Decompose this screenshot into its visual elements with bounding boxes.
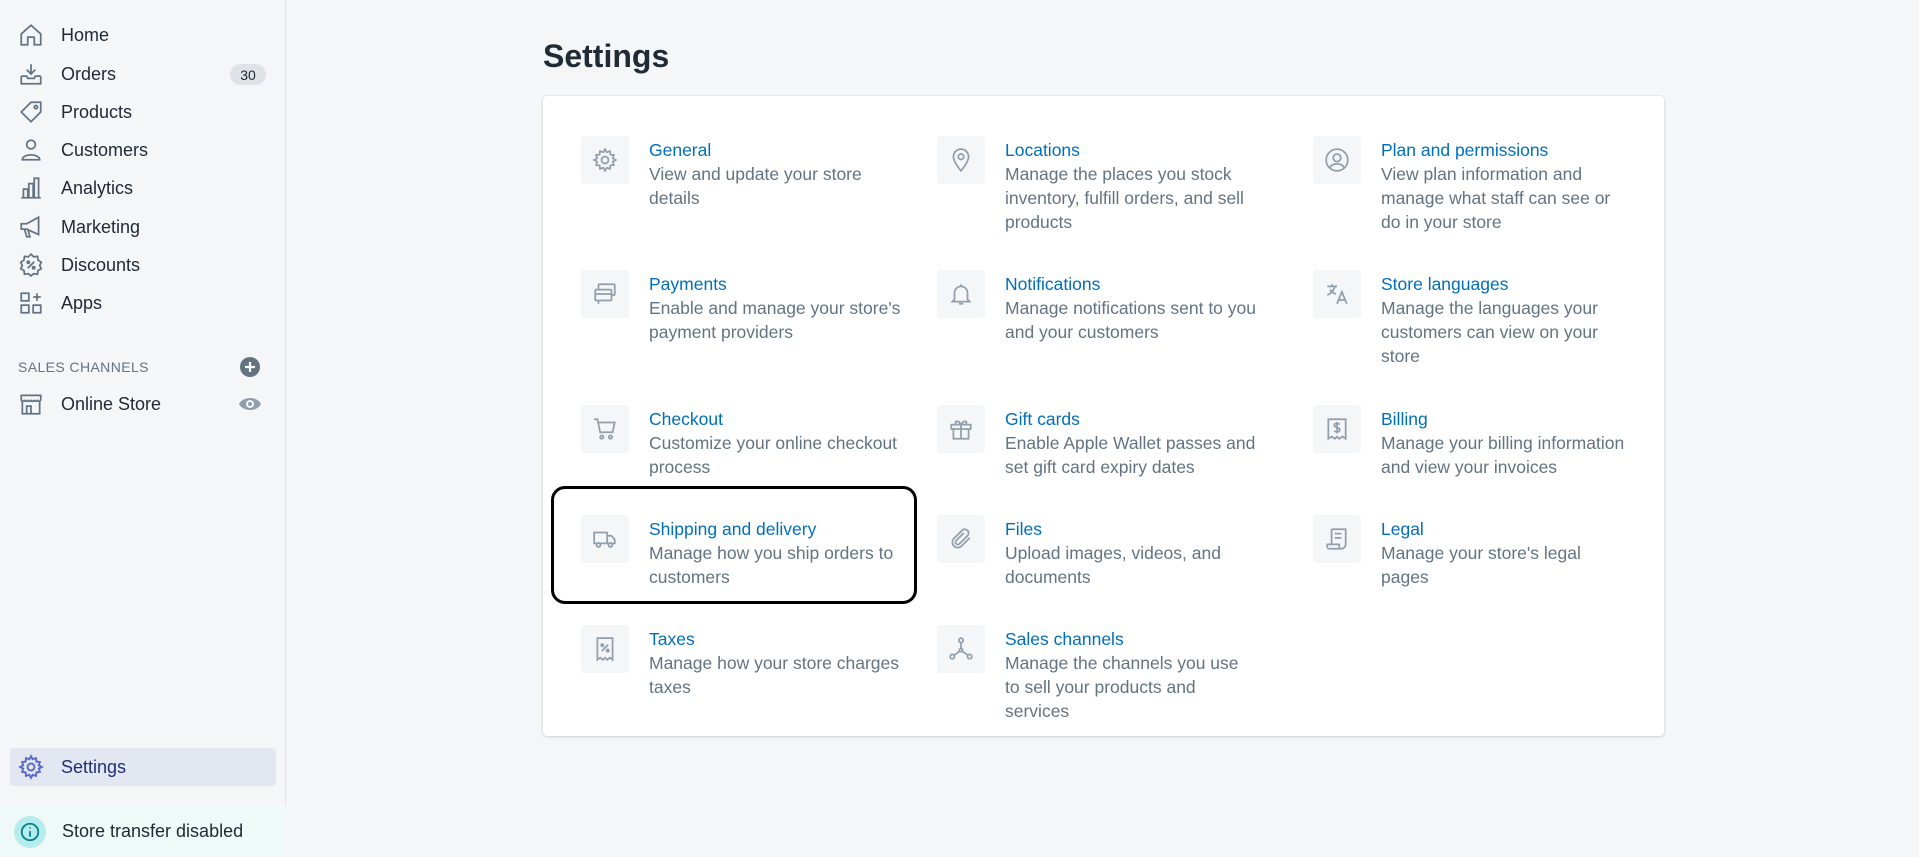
nav-discounts[interactable]: Discounts [10, 247, 276, 283]
person-icon [16, 135, 46, 165]
cart-icon [581, 405, 629, 453]
nav-online-store-label: Online Store [61, 393, 162, 414]
settings-tile-billing[interactable]: Billing Manage your billing information a… [1313, 405, 1633, 479]
store-transfer-banner: Store transfer disabled [0, 806, 286, 857]
payments-icon [581, 270, 629, 318]
bell-icon [937, 270, 985, 318]
sales-channels-heading: SALES CHANNELS [18, 359, 149, 375]
nav-customers-label: Customers [61, 139, 149, 160]
gear-icon [581, 136, 629, 184]
nav-marketing[interactable]: Marketing [10, 209, 276, 245]
home-icon [16, 20, 46, 50]
nav-marketing-label: Marketing [61, 216, 141, 237]
nav-orders-label: Orders [61, 63, 117, 84]
taxes-icon [581, 625, 629, 673]
tile-title[interactable]: Taxes [649, 627, 901, 651]
tag-icon [16, 97, 46, 127]
settings-tile-payments[interactable]: Payments Enable and manage your store's p… [581, 270, 901, 344]
settings-tile-store-languages[interactable]: Store languages Manage the languages your… [1313, 270, 1633, 368]
nav-discounts-label: Discounts [61, 254, 141, 275]
settings-tile-taxes[interactable]: Taxes Manage how your store charges taxes [581, 625, 901, 699]
store-transfer-label: Store transfer disabled [62, 821, 244, 841]
page-title: Settings [543, 38, 670, 74]
tile-description: Manage the channels you use to sell your… [1005, 653, 1239, 721]
tile-title[interactable]: Sales channels [1005, 627, 1257, 651]
settings-tile-plan-permissions[interactable]: Plan and permissions View plan informatio… [1313, 136, 1633, 234]
tile-title[interactable]: Gift cards [1005, 407, 1257, 431]
settings-card: General View and update your store detail… [543, 96, 1664, 736]
tile-description: Manage how your store charges taxes [649, 653, 899, 697]
add-sales-channel-button[interactable] [238, 355, 262, 379]
info-icon [14, 815, 46, 848]
tile-description: View plan information and manage what st… [1381, 164, 1611, 232]
tile-title[interactable]: Payments [649, 272, 901, 296]
nav-products-label: Products [61, 101, 133, 122]
tile-title[interactable]: Store languages [1381, 272, 1633, 296]
tile-title[interactable]: Billing [1381, 407, 1633, 431]
settings-tile-notifications[interactable]: Notifications Manage notifications sent t… [937, 270, 1257, 344]
view-store-eye-icon[interactable] [238, 394, 262, 414]
settings-tile-shipping-delivery[interactable]: Shipping and delivery Manage how you ship… [581, 515, 901, 589]
tile-description: Customize your online checkout process [649, 433, 898, 477]
nav-home-label: Home [61, 24, 110, 45]
settings-tile-legal[interactable]: Legal Manage your store's legal pages [1313, 515, 1633, 589]
tile-title[interactable]: Locations [1005, 138, 1257, 162]
nav-settings-label: Settings [61, 756, 127, 777]
truck-icon [581, 515, 629, 563]
tile-description: Upload images, videos, and documents [1005, 543, 1221, 587]
translate-icon [1313, 270, 1361, 318]
settings-tile-general[interactable]: General View and update your store detail… [581, 136, 901, 210]
nav-home[interactable]: Home [10, 17, 276, 53]
orders-icon [16, 59, 46, 89]
tile-title[interactable]: Plan and permissions [1381, 138, 1633, 162]
nav-settings[interactable]: Settings [10, 748, 276, 786]
orders-count-badge: 30 [230, 64, 266, 85]
tile-description: Enable and manage your store's payment p… [649, 298, 901, 342]
tile-description: Manage the languages your customers can … [1381, 298, 1598, 366]
settings-tile-checkout[interactable]: Checkout Customize your online checkout p… [581, 405, 901, 479]
nav-apps[interactable]: Apps [10, 285, 276, 321]
store-icon [16, 389, 46, 419]
tile-title[interactable]: Notifications [1005, 272, 1257, 296]
settings-tile-locations[interactable]: Locations Manage the places you stock inv… [937, 136, 1257, 234]
location-pin-icon [937, 136, 985, 184]
nav-apps-label: Apps [61, 292, 103, 313]
nav-analytics[interactable]: Analytics [10, 170, 276, 206]
tile-description: Manage the places you stock inventory, f… [1005, 164, 1244, 232]
tile-description: View and update your store details [649, 164, 862, 208]
nav-analytics-label: Analytics [61, 177, 134, 198]
nav-customers[interactable]: Customers [10, 132, 276, 168]
tile-title[interactable]: Legal [1381, 517, 1633, 541]
tile-title[interactable]: General [649, 138, 901, 162]
legal-icon [1313, 515, 1361, 563]
tile-description: Enable Apple Wallet passes and set gift … [1005, 433, 1256, 477]
bar-chart-icon [16, 173, 46, 203]
settings-tile-gift-cards[interactable]: Gift cards Enable Apple Wallet passes and… [937, 405, 1257, 479]
tile-description: Manage how you ship orders to customers [649, 543, 894, 587]
settings-tile-sales-channels[interactable]: Sales channels Manage the channels you us… [937, 625, 1257, 723]
tile-description: Manage your store's legal pages [1381, 543, 1581, 587]
apps-icon [16, 288, 46, 318]
tile-title[interactable]: Files [1005, 517, 1257, 541]
tile-title[interactable]: Shipping and delivery [649, 517, 901, 541]
nav-products[interactable]: Products [10, 94, 276, 130]
tile-description: Manage your billing information and view… [1381, 433, 1625, 477]
tile-description: Manage notifications sent to you and you… [1005, 298, 1256, 342]
tile-title[interactable]: Checkout [649, 407, 901, 431]
gift-icon [937, 405, 985, 453]
plus-circle-icon [240, 357, 260, 377]
channels-icon [937, 625, 985, 673]
nav-online-store[interactable]: Online Store [10, 386, 276, 422]
sidebar: Home Orders 30 Products Customers Analyt… [0, 0, 286, 857]
billing-icon [1313, 405, 1361, 453]
discount-icon [16, 250, 46, 280]
paperclip-icon [937, 515, 985, 563]
settings-tile-files[interactable]: Files Upload images, videos, and document… [937, 515, 1257, 589]
megaphone-icon [16, 212, 46, 242]
nav-orders[interactable]: Orders 30 [10, 56, 276, 92]
user-circle-icon [1313, 136, 1361, 184]
gear-icon [16, 752, 46, 782]
